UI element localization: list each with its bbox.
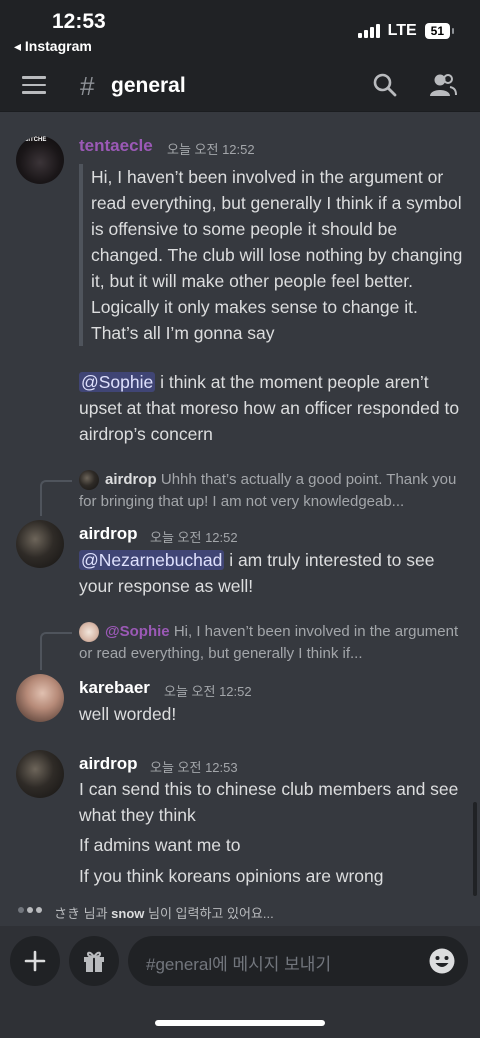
typing-dots-icon [18, 907, 42, 913]
typing-user: snow [111, 906, 145, 921]
timestamp: 오늘 오전 12:52 [150, 530, 238, 545]
reply-connector [40, 480, 72, 516]
typing-suffix: 님이 입력하고 있어요... [144, 906, 274, 921]
back-to-instagram-link[interactable]: ◂ Instagram [14, 38, 92, 55]
avatar-caption: BITCHE [24, 137, 47, 143]
reply-preview[interactable]: airdrop Uhhh that’s actually a good poin… [79, 469, 469, 513]
plus-icon [24, 950, 46, 972]
signal-icon [357, 24, 380, 38]
message-input[interactable]: #general에 메시지 보내기 [128, 936, 468, 986]
avatar[interactable]: BITCHE [16, 136, 64, 184]
avatar[interactable] [16, 750, 64, 798]
typing-user: さき [54, 906, 81, 921]
search-icon[interactable] [372, 72, 398, 98]
emoji-icon[interactable] [428, 947, 456, 975]
channel-hash-icon: # [80, 71, 95, 101]
message-line: I can send this to chinese club members … [79, 779, 459, 825]
timestamp: 오늘 오전 12:52 [164, 684, 252, 699]
message-body: well worded! [79, 704, 177, 724]
author-name[interactable]: airdrop [79, 754, 138, 774]
members-icon[interactable] [428, 72, 458, 98]
message-line: If admins want me to [79, 835, 241, 855]
typing-text: さき 님과 snow 님이 입력하고 있어요... [54, 903, 274, 922]
typing-indicator: さき 님과 snow 님이 입력하고 있어요... [0, 896, 480, 926]
message-feed[interactable]: BITCHE tentaecle 오늘 오전 12:52 Hi, I haven… [0, 112, 480, 896]
timestamp: 오늘 오전 12:53 [150, 760, 238, 775]
battery-icon: 51 [424, 23, 455, 39]
author-name[interactable]: karebaer [79, 678, 150, 698]
status-time: 12:53 [52, 10, 106, 33]
message-text: @Sophie i think at the moment people are… [79, 369, 469, 447]
avatar[interactable] [16, 674, 64, 722]
home-indicator[interactable] [155, 1020, 325, 1026]
timestamp: 오늘 오전 12:52 [167, 142, 255, 157]
scrollbar[interactable] [473, 802, 477, 896]
status-indicators: LTE 51 [357, 22, 455, 40]
reply-author: @Sophie [105, 623, 170, 640]
status-bar: 12:53 ◂ Instagram LTE 51 [0, 0, 480, 62]
gift-icon [84, 951, 104, 972]
author-name[interactable]: tentaecle [79, 136, 153, 156]
channel-title[interactable]: general [111, 74, 186, 98]
user-mention[interactable]: @Sophie [79, 372, 156, 392]
gift-button[interactable] [69, 936, 119, 986]
reply-connector [40, 632, 72, 670]
user-mention[interactable]: @Nezarnebuchad [79, 550, 225, 570]
author-name[interactable]: airdrop [79, 524, 138, 544]
message-line: If you think koreans opinions are wrong [79, 866, 384, 886]
channel-header: # general [0, 62, 480, 112]
network-type: LTE [387, 22, 417, 39]
message-input-placeholder: #general에 메시지 보내기 [146, 955, 332, 974]
reply-preview[interactable]: @Sophie Hi, I haven’t been involved in t… [79, 621, 469, 665]
quote-block: Hi, I haven’t been involved in the argum… [79, 164, 469, 346]
message-composer: #general에 메시지 보내기 [0, 926, 480, 1038]
avatar[interactable] [16, 520, 64, 568]
hamburger-menu-icon[interactable] [22, 76, 46, 94]
reply-author: airdrop [105, 471, 157, 488]
typing-connector: 님과 [80, 906, 112, 921]
add-attachment-button[interactable] [10, 936, 60, 986]
message-text: @Nezarnebuchad i am truly interested to … [79, 547, 469, 599]
